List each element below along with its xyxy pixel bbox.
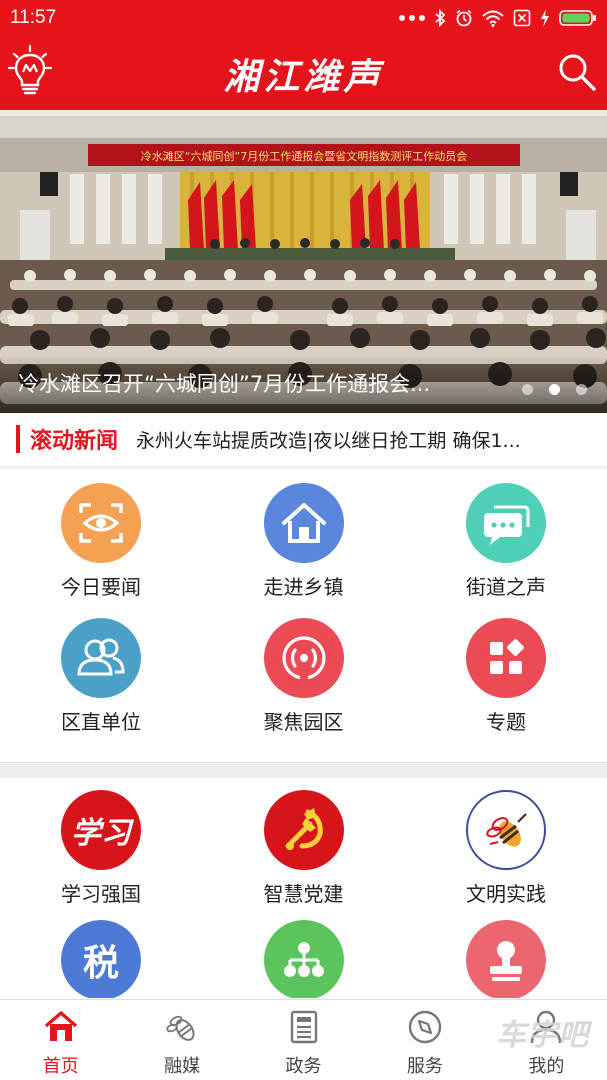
service-label: 学习强国 bbox=[61, 882, 141, 906]
service-label: 文明实践 bbox=[466, 882, 546, 906]
xuexi-logo-icon: 学习 bbox=[61, 790, 141, 870]
category-label: 今日要闻 bbox=[61, 575, 141, 599]
banner-caption[interactable]: 冷水滩区召开“六城同创”7月份工作通报会... bbox=[0, 355, 607, 413]
ticker-accent-bar bbox=[16, 425, 20, 453]
carousel-dots bbox=[522, 384, 587, 395]
category-label: 走进乡镇 bbox=[263, 575, 344, 599]
section-divider bbox=[0, 762, 607, 778]
carousel-dot[interactable] bbox=[576, 384, 587, 395]
category-topics[interactable]: 专题 bbox=[405, 618, 607, 758]
compass-icon bbox=[408, 1010, 442, 1044]
category-parks[interactable]: 聚焦园区 bbox=[202, 618, 405, 758]
bee-logo-icon bbox=[466, 790, 546, 870]
category-street-voice[interactable]: 街道之声 bbox=[405, 483, 607, 618]
nav-label: 服务 bbox=[406, 1056, 443, 1077]
nav-label: 首页 bbox=[42, 1056, 79, 1077]
news-banner[interactable]: 冷水滩区“六城同创”7月份工作通报会暨省文明指数测评工作动员会 冷水滩区召开“六… bbox=[0, 110, 607, 413]
nav-label: 融媒 bbox=[164, 1056, 201, 1077]
ticker-label: 滚动新闻 bbox=[30, 429, 119, 454]
status-icons bbox=[399, 9, 597, 27]
service-stamp[interactable] bbox=[405, 920, 607, 998]
chat-bubbles-icon bbox=[466, 483, 546, 563]
carousel-dot[interactable] bbox=[522, 384, 533, 395]
nav-government[interactable]: 政务 bbox=[243, 1000, 364, 1080]
bee-icon bbox=[166, 1015, 195, 1041]
tax-icon: 税 bbox=[61, 920, 141, 998]
category-label: 区直单位 bbox=[61, 710, 141, 734]
sim-icon bbox=[513, 9, 531, 27]
stamp-icon bbox=[466, 920, 546, 998]
alarm-icon bbox=[456, 9, 472, 27]
signal-dots-icon bbox=[399, 15, 425, 21]
category-towns[interactable]: 走进乡镇 bbox=[202, 483, 405, 618]
wifi-icon bbox=[482, 10, 504, 27]
document-icon bbox=[290, 1010, 317, 1044]
watermark: 车宇吧 bbox=[496, 1018, 589, 1053]
tax-glyph: 税 bbox=[82, 943, 119, 984]
category-today-news[interactable]: 今日要闻 bbox=[0, 483, 202, 618]
category-district-units[interactable]: 区直单位 bbox=[0, 618, 202, 758]
nav-service[interactable]: 服务 bbox=[364, 1000, 485, 1080]
broadcast-icon bbox=[263, 618, 344, 698]
service-civilization[interactable]: 文明实践 bbox=[405, 790, 607, 920]
service-tax[interactable]: 税 bbox=[0, 920, 202, 998]
service-label: 智慧党建 bbox=[263, 882, 344, 906]
home-icon bbox=[44, 1011, 77, 1041]
eye-scan-icon bbox=[61, 483, 141, 563]
service-party-building[interactable]: 智慧党建 bbox=[202, 790, 405, 920]
charging-icon bbox=[541, 9, 549, 27]
category-label: 街道之声 bbox=[466, 575, 546, 599]
service-xuexi[interactable]: 学习 学习强国 bbox=[0, 790, 202, 920]
carousel-dot-active[interactable] bbox=[549, 384, 560, 395]
party-emblem-icon bbox=[263, 790, 344, 870]
bluetooth-icon bbox=[435, 9, 446, 27]
banner-backdrop-text: 冷水滩区“六城同创”7月份工作通报会暨省文明指数测评工作动员会 bbox=[141, 149, 467, 163]
app-title: 湘江潍声 bbox=[223, 56, 384, 98]
banner-caption-text: 冷水滩区召开“六城同创”7月份工作通报会... bbox=[18, 372, 431, 396]
category-label: 专题 bbox=[486, 710, 526, 734]
org-chart-icon bbox=[263, 920, 344, 998]
nav-label: 我的 bbox=[528, 1056, 565, 1077]
category-grid: 今日要闻 走进乡镇 街道之声 区直单位 聚焦园区 专题 bbox=[0, 469, 607, 762]
service-grid: 学习 学习强国 智慧党建 文明实践 税 bbox=[0, 778, 607, 998]
nav-label: 政务 bbox=[285, 1056, 322, 1077]
apps-icon bbox=[466, 618, 546, 698]
status-bar: 11:57 bbox=[0, 0, 607, 36]
scrolling-news[interactable]: 滚动新闻 永州火车站提质改造|夜以继日抢工期 确保1... bbox=[0, 413, 607, 465]
category-label: 聚焦园区 bbox=[263, 710, 344, 734]
nav-media[interactable]: 融媒 bbox=[121, 1000, 242, 1080]
app-header: 湘江潍声 bbox=[0, 36, 607, 110]
ticker-headline[interactable]: 永州火车站提质改造|夜以继日抢工期 确保1... bbox=[136, 426, 568, 453]
battery-icon bbox=[559, 10, 596, 26]
house-icon bbox=[263, 483, 344, 563]
status-time: 11:57 bbox=[10, 7, 57, 28]
people-icon bbox=[61, 618, 141, 698]
service-organization[interactable] bbox=[202, 920, 405, 998]
nav-home[interactable]: 首页 bbox=[0, 1000, 121, 1080]
search-icon[interactable] bbox=[557, 52, 597, 92]
